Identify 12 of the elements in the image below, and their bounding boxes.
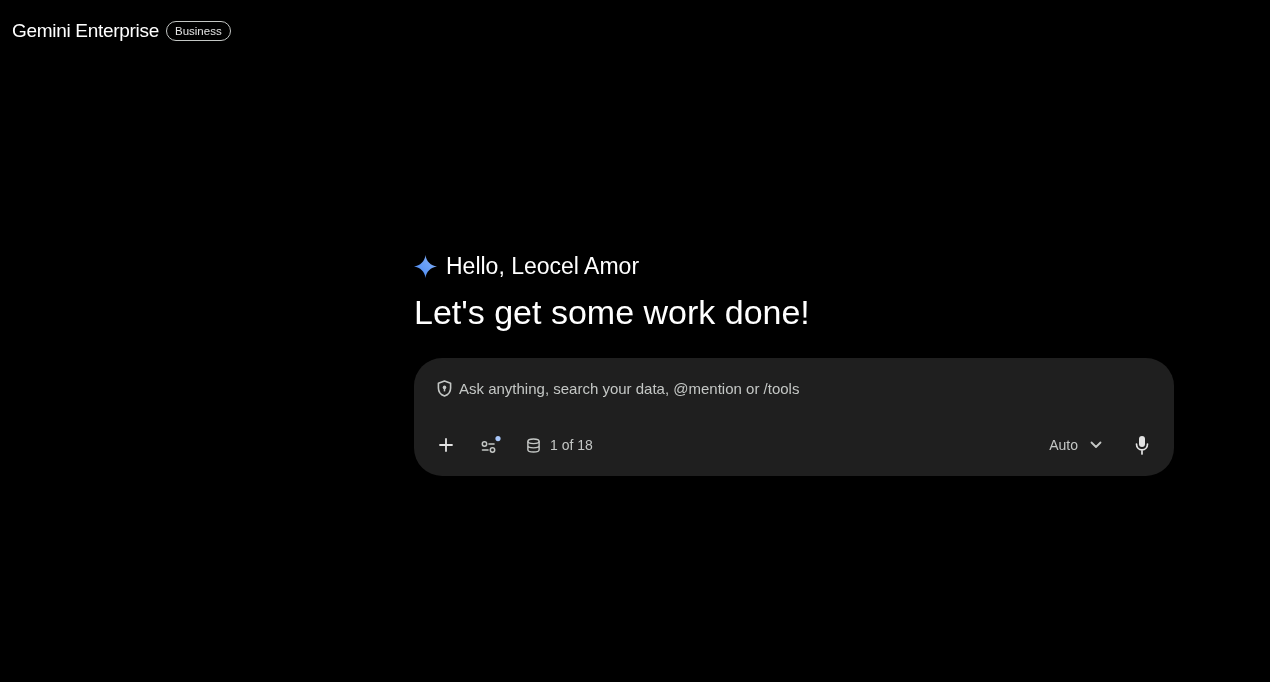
database-icon <box>526 437 541 453</box>
greeting-text: Hello, Leocel Amor <box>446 252 640 280</box>
headline: Let's get some work done! <box>414 292 811 333</box>
shield-icon <box>437 379 452 397</box>
prompt-input[interactable]: Ask anything, search your data, @mention or /tools <box>459 377 1160 399</box>
model-selector[interactable]: Auto <box>1041 427 1110 463</box>
plus-icon <box>439 438 453 452</box>
microphone-icon <box>1135 435 1149 455</box>
chevron-down-icon <box>1090 441 1102 449</box>
data-sources-button[interactable]: 1 of 18 <box>518 427 601 463</box>
app-title: Gemini Enterprise <box>12 20 159 42</box>
sparkle-icon <box>414 254 437 278</box>
